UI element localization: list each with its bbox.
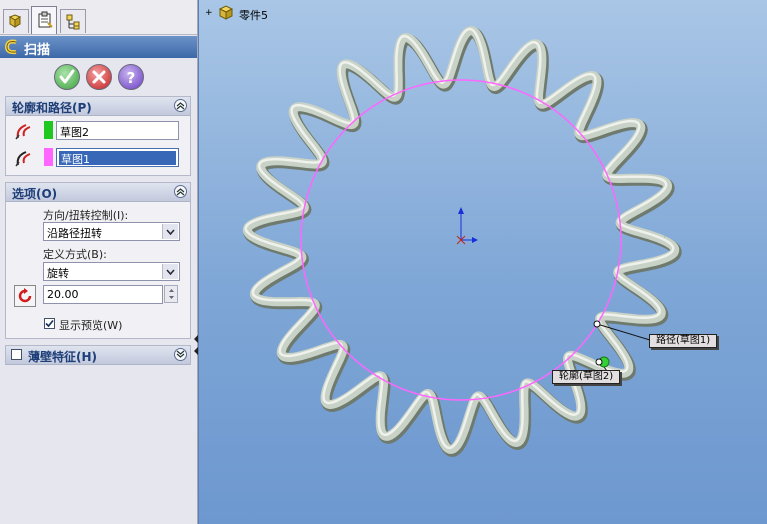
double-chevron-down-icon xyxy=(176,350,185,358)
thin-feature-group-title: 薄壁特征(H) xyxy=(28,350,98,364)
turns-spinner[interactable] xyxy=(164,285,178,303)
help-button[interactable]: ? xyxy=(118,64,144,90)
manager-tabs xyxy=(0,0,197,35)
spin-arrows-icon xyxy=(169,289,174,299)
ok-icon xyxy=(59,69,75,84)
expand-plus-icon[interactable]: + xyxy=(205,8,213,18)
path-field[interactable]: 草图1 xyxy=(56,148,179,167)
thin-feature-checkbox[interactable] xyxy=(11,349,22,360)
turns-input-value: 20.00 xyxy=(47,288,79,301)
define-by-label: 定义方式(B): xyxy=(43,248,107,261)
orientation-select[interactable]: 沿路径扭转 xyxy=(43,222,180,241)
chevron-down-icon xyxy=(166,269,175,275)
reverse-direction-button[interactable] xyxy=(14,285,36,307)
show-preview-checkbox[interactable] xyxy=(44,318,55,329)
path-color-swatch xyxy=(44,148,53,166)
define-by-select[interactable]: 旋转 xyxy=(43,262,180,281)
help-icon: ? xyxy=(127,69,136,86)
property-manager-panel: 扫描 ? 轮廓和路径(P) 草图2 草图1 选项(O) 方向/扭转控制(I): … xyxy=(0,0,198,524)
orientation-select-value: 沿路径扭转 xyxy=(47,227,102,240)
cancel-icon xyxy=(92,70,106,84)
cancel-button[interactable] xyxy=(86,64,112,90)
sweep-feature-icon xyxy=(4,39,17,55)
collapse-profile-path-button[interactable] xyxy=(174,99,187,112)
checkmark-icon xyxy=(45,319,54,328)
path-pick-point[interactable] xyxy=(593,320,601,328)
thin-feature-group-header[interactable]: 薄壁特征(H) xyxy=(6,346,190,365)
path-callout[interactable]: 路径(草图1) xyxy=(649,334,718,348)
feature-title: 扫描 xyxy=(24,43,51,58)
double-chevron-up-icon xyxy=(176,102,185,110)
profile-path-group-title: 轮廓和路径(P) xyxy=(12,101,92,115)
tab-feature-manager[interactable] xyxy=(3,9,29,33)
define-by-dropdown-button[interactable] xyxy=(162,264,178,279)
show-preview-label[interactable]: 显示预览(W) xyxy=(59,317,122,333)
define-by-select-value: 旋转 xyxy=(47,267,69,280)
configuration-icon xyxy=(66,14,80,30)
profile-field[interactable]: 草图2 xyxy=(56,121,179,140)
expand-thin-feature-button[interactable] xyxy=(174,348,187,361)
thin-feature-group: 薄壁特征(H) xyxy=(5,345,191,365)
graphics-viewport[interactable]: + 零件5 路径(草图1) 轮廓(草图2) xyxy=(198,0,767,524)
feature-title-bar: 扫描 xyxy=(0,36,197,58)
profile-path-group: 轮廓和路径(P) 草图2 草图1 xyxy=(5,96,191,176)
feature-tree-icon xyxy=(8,14,22,28)
chevron-down-icon xyxy=(166,229,175,235)
property-sheet-icon xyxy=(38,11,53,28)
collapse-options-button[interactable] xyxy=(174,185,187,198)
ok-button[interactable] xyxy=(54,64,80,90)
orientation-dropdown-button[interactable] xyxy=(162,224,178,239)
profile-path-group-header[interactable]: 轮廓和路径(P) xyxy=(6,97,190,116)
tab-configuration-manager[interactable] xyxy=(60,9,86,33)
profile-pick-point[interactable] xyxy=(595,358,603,366)
orientation-label: 方向/扭转控制(I): xyxy=(43,209,129,222)
path-field-value: 草图1 xyxy=(61,153,90,166)
model-view xyxy=(242,26,682,457)
part-icon xyxy=(218,5,234,20)
profile-field-value: 草图2 xyxy=(60,126,89,139)
reverse-direction-icon xyxy=(18,288,32,303)
path-selector-icon xyxy=(15,151,31,167)
part-name: 零件5 xyxy=(239,9,268,22)
options-group-title: 选项(O) xyxy=(12,187,58,201)
double-chevron-up-icon xyxy=(176,188,185,196)
profile-color-swatch xyxy=(44,121,53,139)
options-group: 选项(O) 方向/扭转控制(I): 沿路径扭转 定义方式(B): 旋转 20.0… xyxy=(5,182,191,339)
tab-property-manager[interactable] xyxy=(31,6,57,34)
turns-input[interactable]: 20.00 xyxy=(43,285,163,304)
profile-selector-icon xyxy=(15,124,31,140)
profile-callout[interactable]: 轮廓(草图2) xyxy=(552,370,621,384)
origin-triad-icon xyxy=(456,207,478,245)
options-group-header[interactable]: 选项(O) xyxy=(6,183,190,202)
svg-text:?: ? xyxy=(127,69,136,86)
